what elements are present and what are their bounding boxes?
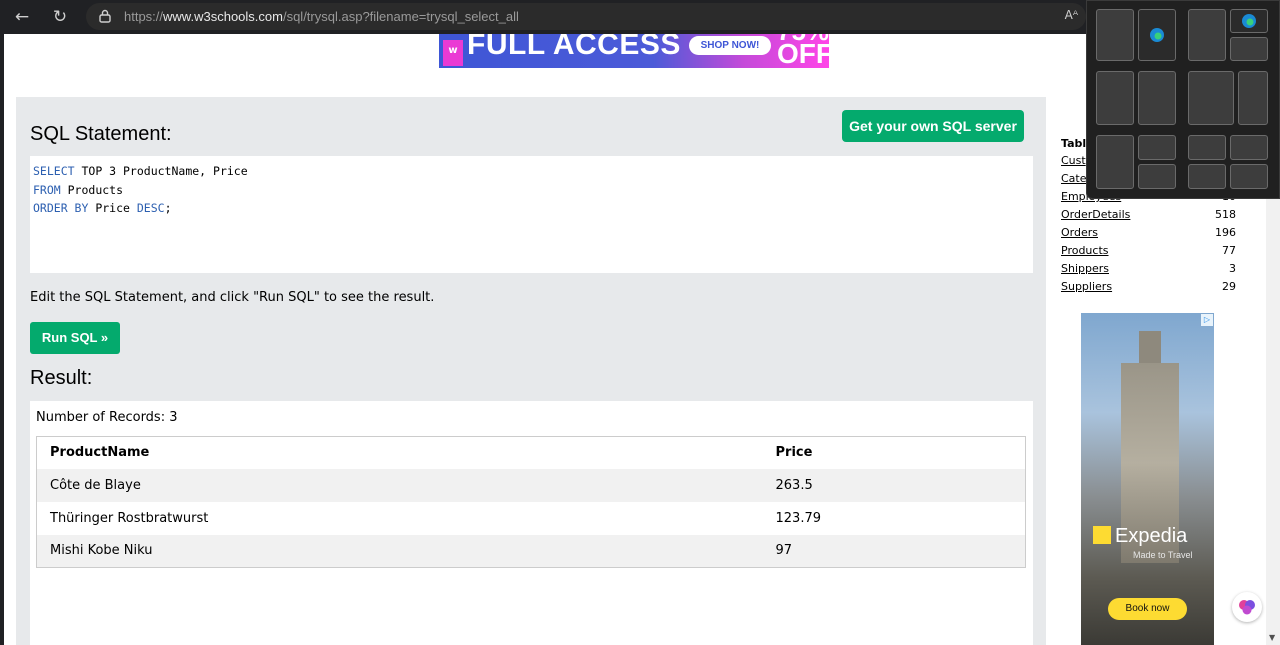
table-link[interactable]: Suppliers <box>1061 280 1112 293</box>
table-link[interactable]: OrderDetails <box>1061 208 1130 221</box>
try-sql-panel: Get your own SQL server SQL Statement: S… <box>16 97 1046 645</box>
snap-zone[interactable] <box>1188 164 1226 189</box>
snap-zone[interactable] <box>1188 71 1234 125</box>
sidebar-table-row[interactable]: OrderDetails 518 <box>1061 208 1236 226</box>
expedia-logo-icon <box>1093 526 1111 544</box>
read-aloud-icon[interactable]: Aᴬ <box>1065 8 1078 22</box>
table-record-count: 3 <box>1229 262 1236 275</box>
snap-zone[interactable] <box>1096 9 1134 61</box>
expedia-brand: Expedia <box>1093 525 1187 548</box>
w3-logo-icon: w <box>443 40 463 66</box>
table-cell: Mishi Kobe Niku <box>36 534 763 568</box>
snap-zone[interactable] <box>1096 135 1134 189</box>
snap-layouts-flyout <box>1086 0 1280 199</box>
snap-zone[interactable] <box>1138 71 1176 125</box>
table-row: Thüringer Rostbratwurst 123.79 <box>37 502 1026 535</box>
sidebar-tables-heading: Tabl <box>1061 137 1087 150</box>
table-record-count: 196 <box>1215 226 1236 239</box>
result-table: ProductName Price Côte de Blaye 263.5 Th… <box>36 436 1026 568</box>
snap-zone[interactable] <box>1138 135 1176 160</box>
table-cell: 97 <box>762 534 1026 568</box>
result-heading: Result: <box>30 367 93 389</box>
snap-zone[interactable] <box>1138 164 1176 189</box>
ad-banner[interactable]: w FULL ACCESS SHOP NOW! 75% OFF <box>439 34 829 68</box>
shop-now-button[interactable]: SHOP NOW! <box>689 36 771 55</box>
sidebar-table-row[interactable]: Shippers 3 <box>1061 262 1236 280</box>
snap-zone[interactable] <box>1188 135 1226 160</box>
book-now-button[interactable]: Book now <box>1108 598 1187 620</box>
lock-icon <box>99 9 111 23</box>
table-cell: Thüringer Rostbratwurst <box>50 510 209 526</box>
address-bar[interactable]: https://www.w3schools.com/sql/trysql.asp… <box>86 3 1086 30</box>
window-edge <box>0 34 4 645</box>
ad-choices-icon[interactable]: ▷ <box>1201 314 1213 326</box>
code-line: FROM Products <box>33 182 124 197</box>
snap-zone[interactable] <box>1230 164 1268 189</box>
column-header: Price <box>762 436 1026 469</box>
brain-icon <box>1239 600 1255 615</box>
run-sql-button[interactable]: Run SQL » <box>30 322 120 354</box>
record-count: Number of Records: 3 <box>36 410 178 425</box>
code-line: ORDER BY Price DESC; <box>33 201 172 215</box>
ad-tagline: Made to Travel <box>1133 550 1193 560</box>
copilot-icon[interactable] <box>1232 592 1262 622</box>
banner-off: OFF <box>777 38 829 68</box>
sql-editor[interactable]: SELECT TOP 3 ProductName, Price FROM Pro… <box>30 156 1033 273</box>
table-link[interactable]: Cust <box>1061 154 1086 167</box>
table-cell: Côte de Blaye <box>36 468 763 502</box>
snap-zone-edge[interactable] <box>1230 9 1268 33</box>
table-cell: 263.5 <box>762 468 1026 502</box>
snap-zone-edge[interactable] <box>1138 9 1176 61</box>
code-line: SELECT TOP 3 ProductName, Price <box>33 164 248 178</box>
edit-hint-text: Edit the SQL Statement, and click "Run S… <box>30 290 435 305</box>
table-link[interactable]: Orders <box>1061 226 1098 239</box>
reload-icon[interactable]: ↻ <box>50 7 70 27</box>
table-link[interactable]: Shippers <box>1061 262 1109 275</box>
get-own-sql-server-button[interactable]: Get your own SQL server <box>842 110 1024 142</box>
scroll-down-icon[interactable]: ▼ <box>1269 633 1275 642</box>
table-row: Côte de Blaye 263.5 <box>36 468 1026 502</box>
column-header: ProductName <box>36 436 763 469</box>
snap-zone[interactable] <box>1230 37 1268 61</box>
table-row: Mishi Kobe Niku 97 <box>36 534 1026 568</box>
table-record-count: 518 <box>1215 208 1236 221</box>
table-header-row: ProductName Price <box>36 436 1026 469</box>
url-text: https://www.w3schools.com/sql/trysql.asp… <box>124 9 519 24</box>
sql-statement-heading: SQL Statement: <box>30 123 172 145</box>
snap-zone[interactable] <box>1096 71 1134 125</box>
snap-zone[interactable] <box>1230 135 1268 160</box>
table-cell: 123.79 <box>775 510 822 526</box>
table-link[interactable]: Products <box>1061 244 1109 257</box>
sidebar-table-row[interactable]: Products 77 <box>1061 244 1236 262</box>
table-link[interactable]: Cate <box>1061 172 1087 185</box>
sidebar-table-row[interactable]: Suppliers 29 <box>1061 280 1236 298</box>
expedia-ad[interactable]: ▷ Expedia Made to Travel Book now <box>1081 313 1214 645</box>
edge-browser-icon <box>1150 28 1164 42</box>
table-record-count: 29 <box>1222 280 1236 293</box>
banner-headline: FULL ACCESS <box>467 34 681 61</box>
snap-zone[interactable] <box>1188 9 1226 61</box>
back-arrow-icon[interactable]: ← <box>12 7 32 27</box>
sidebar-table-row[interactable]: Orders 196 <box>1061 226 1236 244</box>
result-box: Number of Records: 3 ProductName Price C… <box>30 401 1033 645</box>
edge-browser-icon <box>1242 14 1256 28</box>
table-record-count: 77 <box>1222 244 1236 257</box>
snap-zone[interactable] <box>1238 71 1268 125</box>
